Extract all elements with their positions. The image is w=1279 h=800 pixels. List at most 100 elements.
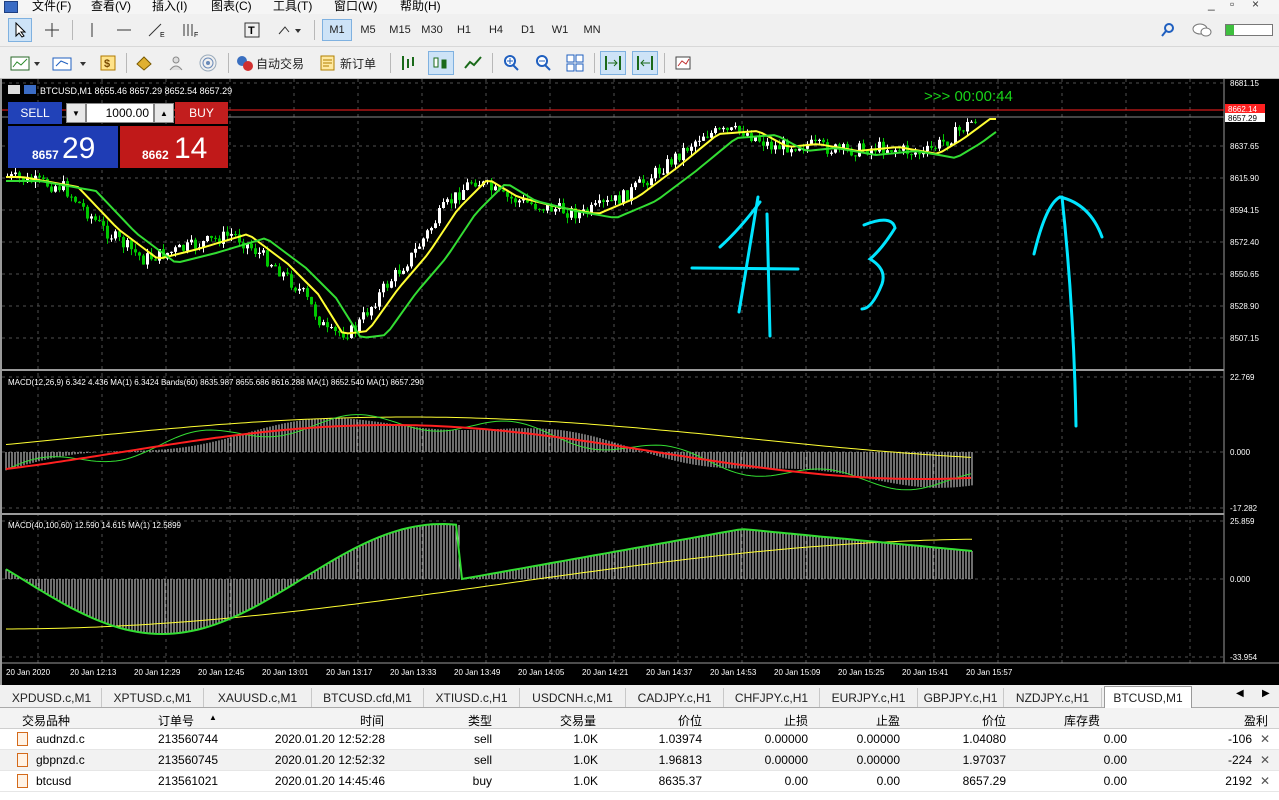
tab-usdcnh[interactable]: USDCNH.c,M1 [520, 688, 626, 707]
candle-body [578, 212, 581, 219]
tab-cadjpy[interactable]: CADJPY.c,H1 [626, 688, 724, 707]
candle-body [730, 127, 733, 130]
col-open-price[interactable]: 价位 [620, 712, 702, 729]
tab-btcusd[interactable]: BTCUSD,M1 [1104, 686, 1192, 708]
shapes-icon[interactable] [274, 18, 306, 42]
trendline-icon[interactable]: E [144, 18, 168, 42]
autoscroll-icon[interactable] [600, 51, 626, 75]
close-order-icon[interactable]: ✕ [1260, 774, 1270, 788]
tab-gbpjpy[interactable]: GBPJPY.c,H1 [918, 688, 1004, 707]
market-watch-icon[interactable]: $ [96, 51, 120, 75]
col-take-profit[interactable]: 止盈 [820, 712, 900, 729]
candle-body [714, 128, 717, 133]
chat-icon[interactable] [1188, 18, 1216, 42]
cursor-icon[interactable] [8, 18, 32, 42]
new-order-button[interactable]: 新订单 [318, 51, 384, 75]
menu-tools[interactable]: 工具(T) [273, 0, 312, 14]
close-icon[interactable]: × [1252, 0, 1259, 11]
candlestick-icon[interactable] [428, 51, 454, 75]
tab-xpdusd[interactable]: XPDUSD.c,M1 [2, 688, 102, 707]
chart-shift-icon[interactable] [632, 51, 658, 75]
sell-button[interactable]: SELL [8, 102, 62, 124]
bid-price-label: 8657.29 [1228, 114, 1257, 123]
fibonacci-icon[interactable]: F [176, 18, 204, 42]
lot-decrease-button[interactable]: ▼ [66, 103, 86, 123]
restore-icon[interactable]: ▫ [1230, 0, 1234, 11]
col-current-price[interactable]: 价位 [920, 712, 1006, 729]
close-order-icon[interactable]: ✕ [1260, 753, 1270, 767]
candle-body [762, 141, 765, 146]
candle-body [598, 200, 601, 204]
buy-button[interactable]: BUY [175, 102, 228, 124]
col-type[interactable]: 类型 [420, 712, 492, 729]
tab-xptusd[interactable]: XPTUSD.c,M1 [102, 688, 204, 707]
col-profit[interactable]: 盈利 [1180, 712, 1268, 729]
tab-xauusd[interactable]: XAUUSD.c,M1 [204, 688, 312, 707]
table-row[interactable]: btcusd 213561021 2020.01.20 14:45:46 buy… [0, 771, 1279, 792]
col-time[interactable]: 时间 [300, 712, 384, 729]
tf-h4[interactable]: H4 [481, 19, 511, 41]
horizontal-line-icon[interactable] [112, 18, 136, 42]
chart-window[interactable]: 8681.15 8657.29 8637.65 8615.90 8594.15 8572.… [0, 79, 1279, 685]
candle-body [94, 216, 97, 220]
text-icon[interactable]: T [240, 18, 264, 42]
new-chart-icon[interactable] [8, 51, 44, 75]
tab-xtiusd[interactable]: XTIUSD.c,H1 [424, 688, 520, 707]
tab-nzdjpy[interactable]: NZDJPY.c,H1 [1004, 688, 1102, 707]
buy-price-box[interactable]: 8662 14 [120, 126, 228, 168]
auto-trading-button[interactable]: 自动交易 [234, 51, 310, 75]
menu-view[interactable]: 查看(V) [91, 0, 131, 14]
col-order[interactable]: 订单号 [158, 712, 194, 729]
chart-canvas[interactable]: 8681.15 8657.29 8637.65 8615.90 8594.15 8572.… [2, 79, 1279, 685]
crosshair-icon[interactable] [40, 18, 64, 42]
navigator-icon[interactable] [132, 51, 156, 75]
tab-btcusd-cfd[interactable]: BTCUSD.cfd,M1 [312, 688, 424, 707]
tab-scroll-left-icon[interactable]: ◀ [1236, 688, 1244, 699]
templates-icon[interactable] [670, 51, 696, 75]
sell-price-box[interactable]: 8657 29 [8, 126, 118, 168]
candle-body [422, 238, 425, 247]
tf-mn[interactable]: MN [577, 19, 607, 41]
tf-w1[interactable]: W1 [545, 19, 575, 41]
candle-body [942, 139, 945, 142]
profiles-icon[interactable] [50, 51, 90, 75]
lot-increase-button[interactable]: ▲ [154, 103, 174, 123]
price-scale-label: 8615.90 [1230, 174, 1259, 183]
people-icon[interactable] [164, 51, 188, 75]
table-row[interactable]: audnzd.c 213560744 2020.01.20 12:52:28 s… [0, 729, 1279, 750]
tf-m15[interactable]: M15 [385, 19, 415, 41]
minimize-icon[interactable]: _ [1208, 0, 1215, 11]
table-row[interactable]: gbpnzd.c 213560745 2020.01.20 12:52:32 s… [0, 750, 1279, 771]
menu-charts[interactable]: 图表(C) [211, 0, 252, 14]
search-icon[interactable] [1156, 18, 1180, 42]
col-swap[interactable]: 库存费 [1020, 712, 1100, 729]
tile-windows-icon[interactable] [562, 51, 588, 75]
tf-h1[interactable]: H1 [449, 19, 479, 41]
vertical-line-icon[interactable] [80, 18, 104, 42]
lot-size-input[interactable] [86, 103, 154, 123]
col-stop-loss[interactable]: 止损 [720, 712, 808, 729]
tf-d1[interactable]: D1 [513, 19, 543, 41]
line-chart-icon[interactable] [460, 51, 486, 75]
tab-chfjpy[interactable]: CHFJPY.c,H1 [724, 688, 820, 707]
signals-icon[interactable] [196, 51, 220, 75]
macd2-scale-label: -33.954 [1230, 653, 1258, 662]
col-symbol[interactable]: 交易品种 [22, 712, 70, 729]
cell-current-price: 1.04080 [962, 732, 1006, 746]
zoom-out-icon[interactable] [530, 51, 556, 75]
zoom-in-icon[interactable] [498, 51, 524, 75]
menu-window[interactable]: 窗口(W) [334, 0, 377, 14]
col-volume[interactable]: 交易量 [520, 712, 596, 729]
menu-help[interactable]: 帮助(H) [400, 0, 441, 14]
tf-m1[interactable]: M1 [322, 19, 352, 41]
tab-scroll-right-icon[interactable]: ▶ [1262, 688, 1270, 699]
tab-eurjpy[interactable]: EURJPY.c,H1 [820, 688, 918, 707]
menu-file[interactable]: 文件(F) [32, 0, 71, 14]
close-order-icon[interactable]: ✕ [1260, 732, 1270, 746]
candle-body [778, 145, 781, 150]
tf-m30[interactable]: M30 [417, 19, 447, 41]
candle-body [398, 269, 401, 274]
tf-m5[interactable]: M5 [353, 19, 383, 41]
bar-chart-icon[interactable] [396, 51, 422, 75]
menu-insert[interactable]: 插入(I) [152, 0, 187, 14]
